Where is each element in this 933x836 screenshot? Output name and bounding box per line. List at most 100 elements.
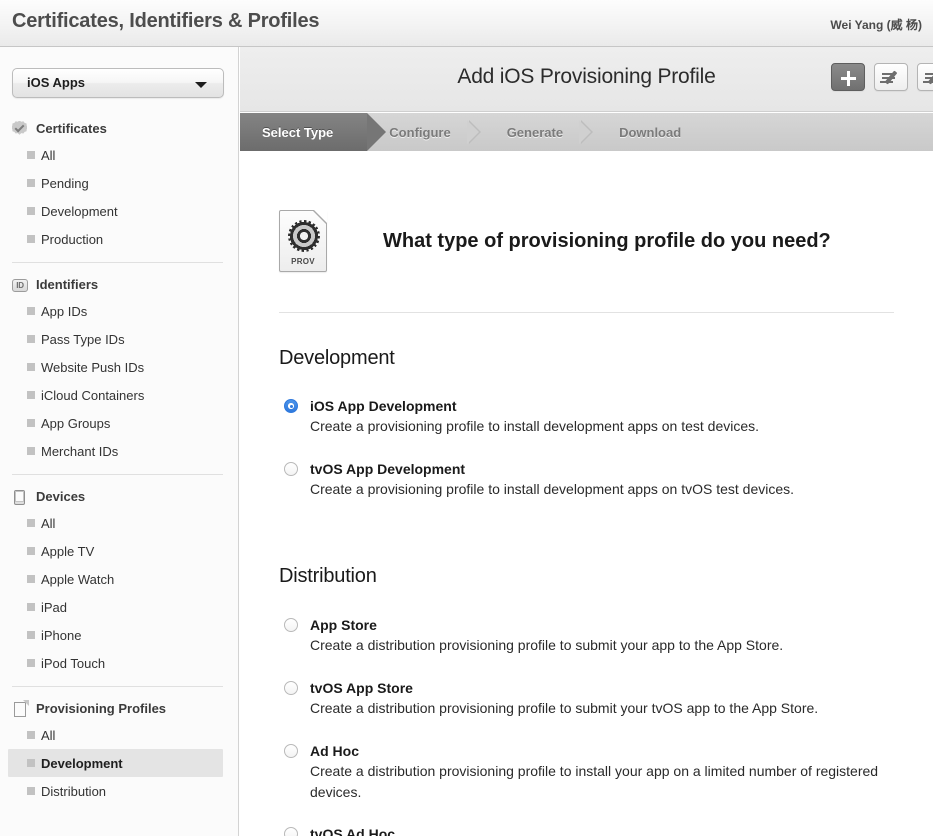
sidebar-group-label: Devices [36,489,86,504]
radio-tvos-app-store[interactable] [284,681,298,695]
option-tvos-app-development[interactable]: tvOS App Development Create a provisioni… [279,459,929,500]
bullet-square-icon [27,179,35,187]
wizard-step-label: Configure [389,124,451,140]
option-title: tvOS App Store [310,680,413,696]
wizard-step-generate[interactable]: Generate [485,113,597,151]
sidebar-item-label: iCloud Containers [41,387,145,403]
sidebar-item-all[interactable]: All [8,509,223,537]
option-ios-app-development[interactable]: iOS App Development Create a provisionin… [279,396,929,437]
sidebar-group-header[interactable]: Devices [0,484,238,509]
content-header: Add iOS Provisioning Profile [240,47,933,112]
radio-ad-hoc[interactable] [284,744,298,758]
document-icon [12,701,28,717]
sidebar-item-label: iPad [41,599,68,615]
sidebar-item-distribution[interactable]: Distribution [8,777,223,805]
sidebar-nav: Certificates All Pending Development Product… [0,116,238,805]
app-platform-select[interactable]: iOS Apps [12,68,224,98]
bullet-square-icon [27,631,35,639]
sidebar-item-development[interactable]: Development [8,197,223,225]
sidebar-divider [12,474,223,475]
prompt-row: PROV What type of provisioning profile d… [279,210,831,272]
sidebar-item-all[interactable]: All [8,141,223,169]
sidebar-group-label: Provisioning Profiles [36,701,167,716]
bullet-square-icon [27,787,35,795]
option-description: Create a provisioning profile to install… [310,418,760,434]
top-header-bar: Certificates, Identifiers & Profiles Wei… [0,0,933,47]
sidebar-group-header[interactable]: Certificates [0,116,238,141]
wizard-step-select-type[interactable]: Select Type [240,113,387,151]
option-tvos-app-store[interactable]: tvOS App Store Create a distribution pro… [279,678,929,719]
app-platform-select-value: iOS Apps [27,75,86,90]
bullet-square-icon [27,731,35,739]
prov-icon-label: PROV [291,257,315,266]
bullet-square-icon [27,759,35,767]
sidebar-item-pass-type-ids[interactable]: Pass Type IDs [8,325,223,353]
page-fold [314,210,327,223]
radio-ios-app-development[interactable] [284,399,298,413]
sidebar-item-app-groups[interactable]: App Groups [8,409,223,437]
sidebar-item-icloud-containers[interactable]: iCloud Containers [8,381,223,409]
sidebar-item-label: iPhone [41,627,82,643]
edit-button[interactable] [874,63,908,91]
section-title-distribution: Distribution [279,565,377,587]
content-area: Add iOS Provisioning Profile Select Type… [240,47,933,836]
third-button[interactable] [917,63,933,91]
section-divider [279,312,894,313]
sidebar-group-header[interactable]: ID Identifiers [0,272,238,297]
bullet-square-icon [27,447,35,455]
sidebar-item-all[interactable]: All [8,721,223,749]
sidebar-group-devices: Devices All Apple TV Apple Watch iPad iPhone i… [0,484,238,677]
account-name[interactable]: Wei Yang (威 杨) [830,16,922,33]
bullet-square-icon [27,603,35,611]
sidebar-item-app-ids[interactable]: App IDs [8,297,223,325]
sidebar-item-apple-watch[interactable]: Apple Watch [8,565,223,593]
content-toolbar [831,63,933,91]
sidebar-item-pending[interactable]: Pending [8,169,223,197]
bullet-square-icon [27,519,35,527]
sidebar-divider [12,686,223,687]
sidebar: iOS Apps Certificates All Pending Developme… [0,47,239,836]
sidebar-group-label: Identifiers [36,277,99,292]
option-title: App Store [310,617,377,633]
content-title: Add iOS Provisioning Profile [457,65,716,88]
provisioning-profile-gear-icon: PROV [279,210,327,272]
sidebar-item-iphone[interactable]: iPhone [8,621,223,649]
chevron-down-icon [195,82,207,88]
wizard-step-label: Download [619,124,682,140]
sidebar-item-website-push-ids[interactable]: Website Push IDs [8,353,223,381]
option-ad-hoc[interactable]: Ad Hoc Create a distribution provisionin… [279,741,929,803]
option-app-store[interactable]: App Store Create a distribution provisio… [279,615,929,656]
sidebar-item-label: iPod Touch [41,655,106,671]
option-description: Create a distribution provisioning profi… [310,637,784,653]
sidebar-item-merchant-ids[interactable]: Merchant IDs [8,437,223,465]
option-description: Create a provisioning profile to install… [310,481,795,497]
option-title: iOS App Development [310,398,457,414]
radio-tvos-ad-hoc[interactable] [284,827,298,836]
bullet-square-icon [27,547,35,555]
wizard-step-download[interactable]: Download [597,113,715,151]
sidebar-item-apple-tv[interactable]: Apple TV [8,537,223,565]
wizard-step-label: Generate [506,124,564,140]
option-title: Ad Hoc [310,743,359,759]
sidebar-item-label: Production [41,231,104,247]
certificate-seal-icon [12,120,28,137]
sidebar-item-label: App Groups [41,415,111,431]
device-phone-icon [12,489,28,505]
add-button[interactable] [831,63,865,91]
sidebar-item-label: Website Push IDs [41,359,145,375]
radio-app-store[interactable] [284,618,298,632]
sidebar-group-certificates: Certificates All Pending Development Product… [0,116,238,253]
step-chevron-icon [466,120,481,144]
option-tvos-ad-hoc[interactable]: tvOS Ad Hoc Create a distribution provis… [279,824,929,836]
sidebar-item-development[interactable]: Development [8,749,223,777]
app-platform-select-wrap: iOS Apps [12,68,224,98]
bullet-square-icon [27,235,35,243]
radio-tvos-app-development[interactable] [284,462,298,476]
id-badge-icon: ID [12,277,28,293]
wizard-step-bar: Select Type Configure Generate Download [240,113,933,151]
bullet-square-icon [27,307,35,315]
sidebar-item-ipad[interactable]: iPad [8,593,223,621]
sidebar-group-header[interactable]: Provisioning Profiles [0,696,238,721]
sidebar-item-ipod-touch[interactable]: iPod Touch [8,649,223,677]
sidebar-item-production[interactable]: Production [8,225,223,253]
